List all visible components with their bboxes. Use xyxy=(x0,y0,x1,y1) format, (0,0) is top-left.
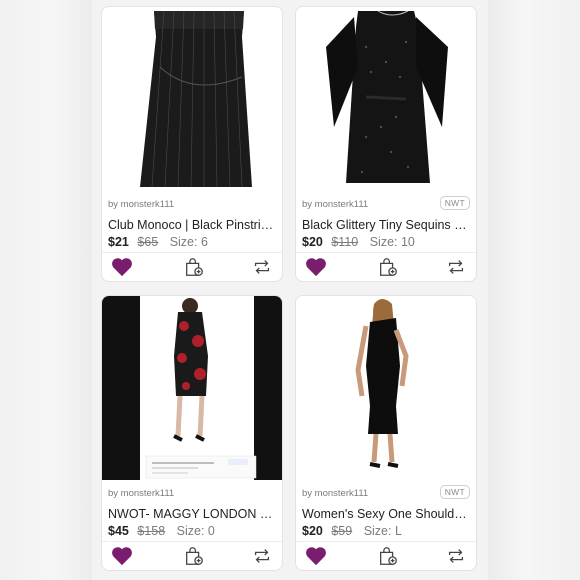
left-backdrop xyxy=(0,0,92,580)
share-button[interactable] xyxy=(250,544,274,568)
share-repost-icon xyxy=(448,260,464,274)
like-button[interactable] xyxy=(304,255,328,279)
listing-price: $20 xyxy=(302,235,323,249)
listing-image-pinstripe-skirt[interactable] xyxy=(102,7,282,191)
share-button[interactable] xyxy=(444,544,468,568)
share-repost-icon xyxy=(448,549,464,563)
add-to-bundle-button[interactable] xyxy=(182,544,206,568)
original-price: $59 xyxy=(331,524,353,538)
listing-size: Size: 6 xyxy=(169,235,208,249)
add-to-bundle-button[interactable] xyxy=(182,255,206,279)
listing-size: Size: 0 xyxy=(176,524,215,538)
nwt-badge: NWT xyxy=(439,196,470,210)
listing-meta: by monsterk111 xyxy=(108,195,276,215)
price-row: $20 $59 Size: L xyxy=(302,524,470,542)
add-to-bundle-button[interactable] xyxy=(376,544,400,568)
listing-price: $45 xyxy=(108,524,129,538)
card-actions xyxy=(102,252,282,281)
listing-grid: by monsterk111 Club Monoco | Black Pinst… xyxy=(92,0,488,580)
original-price: $158 xyxy=(137,524,166,538)
share-button[interactable] xyxy=(444,255,468,279)
original-price: $65 xyxy=(137,235,159,249)
price-row: $45 $158 Size: 0 xyxy=(108,524,276,542)
seller-name[interactable]: by monsterk111 xyxy=(302,199,368,210)
original-price: $110 xyxy=(331,235,359,249)
seller-name[interactable]: by monsterk111 xyxy=(108,199,174,210)
heart-icon xyxy=(112,547,132,566)
like-button[interactable] xyxy=(110,544,134,568)
listing-card[interactable]: by monsterk111 NWT Black Glittery Tiny S… xyxy=(295,6,477,282)
like-button[interactable] xyxy=(110,255,134,279)
shopping-bag-plus-icon xyxy=(186,258,203,276)
price-row: $20 $110 Size: 10 xyxy=(302,235,470,253)
heart-icon xyxy=(112,258,132,277)
seller-name[interactable]: by monsterk111 xyxy=(108,488,174,499)
card-actions xyxy=(296,252,476,281)
add-to-bundle-button[interactable] xyxy=(376,255,400,279)
listing-meta: by monsterk111 xyxy=(108,484,276,504)
listing-title[interactable]: Black Glittery Tiny Sequins Flutter Dres… xyxy=(302,218,470,232)
seller-name[interactable]: by monsterk111 xyxy=(302,488,368,499)
card-actions xyxy=(296,541,476,570)
price-row: $21 $65 Size: 6 xyxy=(108,235,276,253)
listing-title[interactable]: Club Monoco | Black Pinstripe Skirt xyxy=(108,218,276,232)
listing-size: Size: 10 xyxy=(369,235,415,249)
listing-title[interactable]: Women's Sexy One Shoulder Midi Dress xyxy=(302,507,470,521)
like-button[interactable] xyxy=(304,544,328,568)
listing-meta: by monsterk111 NWT xyxy=(302,195,470,215)
listing-meta: by monsterk111 NWT xyxy=(302,484,470,504)
shopping-bag-plus-icon xyxy=(186,547,203,565)
shopping-bag-plus-icon xyxy=(380,547,397,565)
nwt-badge: NWT xyxy=(439,485,470,499)
listing-image-floral-lace-dress[interactable] xyxy=(102,296,282,480)
listing-title[interactable]: NWOT- MAGGY LONDON Floral Lace Dress xyxy=(108,507,276,521)
shopping-bag-plus-icon xyxy=(380,258,397,276)
share-repost-icon xyxy=(254,260,270,274)
listing-price: $21 xyxy=(108,235,129,249)
right-backdrop xyxy=(488,0,580,580)
listing-card[interactable]: by monsterk111 Club Monoco | Black Pinst… xyxy=(101,6,283,282)
share-button[interactable] xyxy=(250,255,274,279)
heart-icon xyxy=(306,258,326,277)
listing-size: Size: L xyxy=(363,524,402,538)
listing-image-one-shoulder-dress[interactable] xyxy=(296,296,476,480)
listing-image-sequin-dress[interactable] xyxy=(296,7,476,191)
share-repost-icon xyxy=(254,549,270,563)
listing-card[interactable]: by monsterk111 NWOT- MAGGY LONDON Floral… xyxy=(101,295,283,571)
card-actions xyxy=(102,541,282,570)
listing-price: $20 xyxy=(302,524,323,538)
heart-icon xyxy=(306,547,326,566)
listing-card[interactable]: by monsterk111 NWT Women's Sexy One Shou… xyxy=(295,295,477,571)
